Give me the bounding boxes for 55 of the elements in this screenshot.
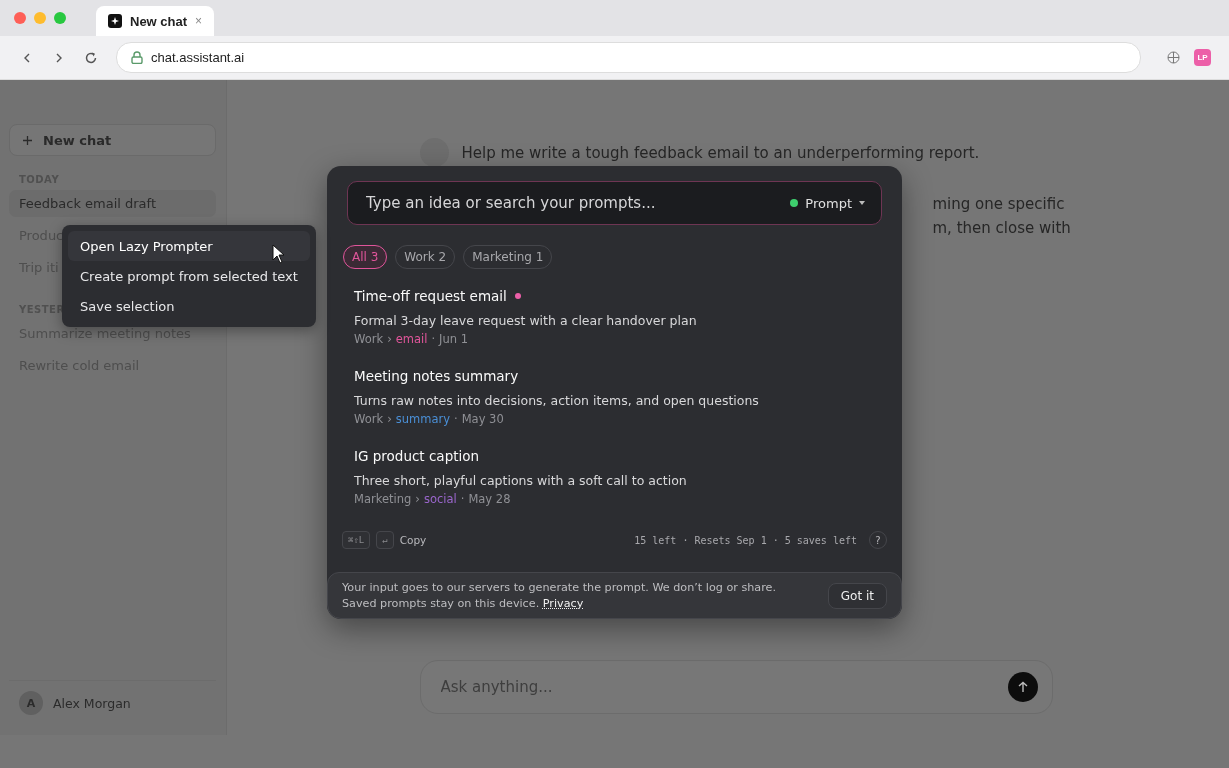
breadcrumb-separator: › [387, 332, 392, 346]
prompt-folder: Work [354, 332, 384, 346]
menu-item[interactable]: Open Lazy Prompter [68, 231, 310, 261]
prompt-description: Three short, playful captions with a soft call to action [354, 473, 688, 488]
filter-chip[interactable]: All 3 [343, 245, 388, 269]
globe-icon[interactable] [1167, 51, 1180, 64]
prompt-folder: Marketing [354, 492, 412, 506]
plus-icon [22, 134, 33, 146]
breadcrumb-separator: › [387, 412, 392, 426]
copy-hint: Copy [399, 534, 427, 546]
prompt-tag: summary [395, 412, 450, 426]
enter-key: ↵ [376, 531, 394, 549]
notice-text: Your input goes to our servers to generate the prompt. We don’t log or share. Saved prompts stay on this device. Privacy [342, 579, 777, 612]
prompt-search-field[interactable]: Type an idea or search your prompts... Prompt [347, 181, 882, 225]
user-message: Help me write a tough feedback email to an underperforming report. [461, 143, 980, 162]
prompt-date: May 30 [461, 412, 504, 426]
send-button[interactable] [1007, 672, 1038, 702]
tab-title: New chat [130, 13, 188, 29]
shortcut-key: ⌘⇧L [342, 531, 371, 549]
assistant-reply-text: m, then close with [932, 219, 1071, 237]
separator-dot: · [431, 332, 436, 346]
breadcrumb-separator: › [415, 492, 420, 506]
menu-item[interactable]: Create prompt from selected text [68, 261, 310, 291]
quota-text: 15 left · Resets Sep 1 · 5 saves left [634, 534, 857, 546]
menu-item[interactable]: Save selection [68, 291, 310, 321]
prompt-date: Jun 1 [439, 332, 469, 346]
tab-close-button[interactable]: × [195, 14, 203, 28]
separator-dot: · [454, 412, 458, 426]
message-text-input[interactable]: Ask anything... [438, 677, 1008, 697]
assistant-reply-text: ming one specific [932, 195, 1065, 213]
prompt-folder: Work [354, 412, 384, 426]
caret-icon [859, 201, 865, 205]
prompt-title[interactable]: Meeting notes summary [354, 368, 519, 384]
prompt-description: Turns raw notes into decisions, action items, and open questions [354, 393, 760, 408]
mode-dropdown[interactable]: Prompt [790, 195, 865, 211]
prompt-title[interactable]: Time-off request email [354, 288, 507, 304]
prompt-title[interactable]: IG product caption [354, 448, 480, 464]
mouse-cursor-icon [272, 244, 286, 264]
prompt-date: May 28 [468, 492, 511, 506]
browser-tab[interactable]: New chat × [96, 6, 215, 36]
message-input[interactable]: Ask anything... [419, 660, 1053, 714]
privacy-link[interactable]: Privacy [542, 596, 584, 610]
prompt-description: Formal 3-day leave request with a clear handover plan [354, 313, 698, 328]
avatar-icon [419, 138, 449, 167]
separator-dot: · [460, 492, 465, 506]
prompt-tag: email [395, 332, 428, 346]
got-it-button[interactable]: Got it [827, 582, 887, 609]
address-bar[interactable]: chat.assistant.ai [116, 42, 1141, 73]
sparkle-app-icon [108, 14, 122, 28]
lock-icon [131, 51, 143, 64]
url-text: chat.assistant.ai [151, 50, 245, 65]
search-input[interactable]: Type an idea or search your prompts... [364, 193, 781, 213]
prompt-tag: social [423, 492, 457, 506]
arrow-up-icon [1016, 681, 1029, 693]
status-dot-icon [790, 199, 799, 207]
